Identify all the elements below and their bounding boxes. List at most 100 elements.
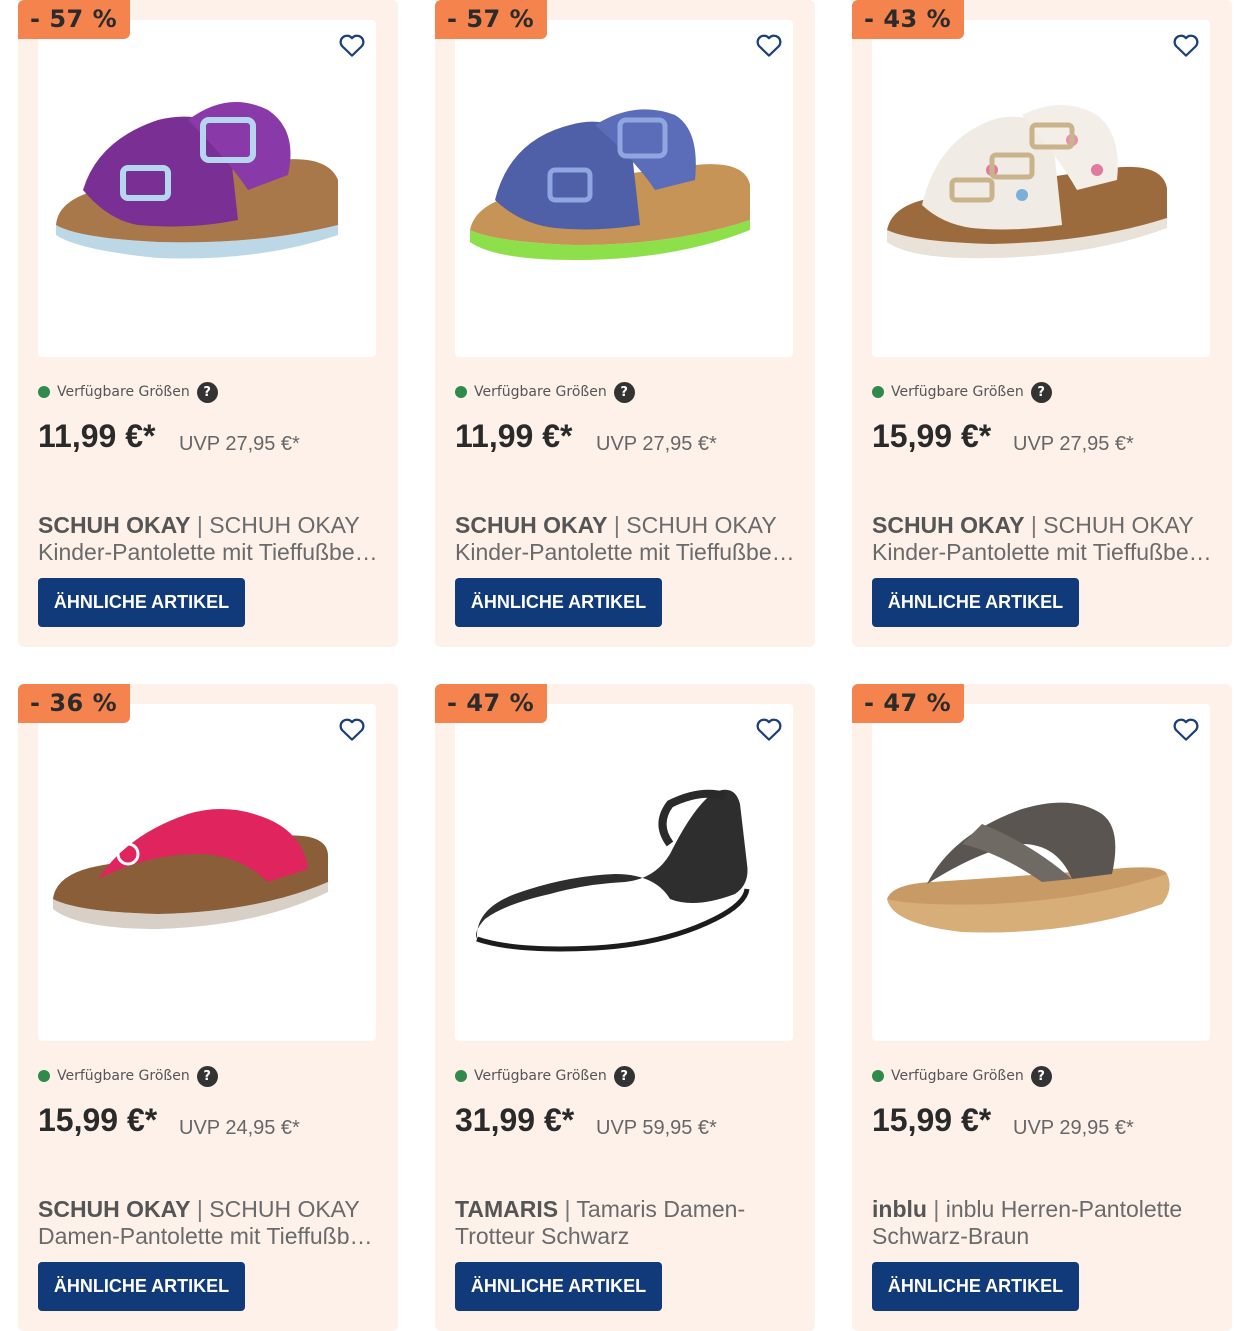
- available-dot-icon: [872, 386, 884, 398]
- discount-badge: - 57 %: [18, 0, 131, 39]
- brand: SCHUH OKAY: [872, 512, 1025, 538]
- product-card[interactable]: - 57 % Verfügbare Größen ? 11,99 €* UVP …: [435, 0, 815, 647]
- separator: |: [613, 512, 620, 538]
- price: 11,99 €*: [38, 418, 156, 454]
- product-image[interactable]: [872, 704, 1210, 1041]
- availability-row: Verfügbare Größen ?: [872, 381, 1052, 403]
- available-dot-icon: [38, 386, 50, 398]
- black-flat-image: [476, 789, 750, 952]
- help-icon[interactable]: ?: [1030, 381, 1052, 403]
- price: 31,99 €*: [455, 1102, 575, 1138]
- uvp-price: UVP 29,95 €*: [1013, 1117, 1134, 1139]
- name-line-2: Kinder-Pantolette mit Tieffußbett…: [38, 539, 383, 565]
- product-image[interactable]: [872, 20, 1210, 357]
- help-icon[interactable]: ?: [1030, 1065, 1052, 1087]
- brand: SCHUH OKAY: [38, 1196, 191, 1222]
- brand: SCHUH OKAY: [38, 512, 191, 538]
- help-icon[interactable]: ?: [613, 1065, 635, 1087]
- separator: |: [933, 1196, 940, 1222]
- blue-sandal-image: [470, 109, 750, 260]
- availability-row: Verfügbare Größen ?: [38, 381, 218, 403]
- product-card[interactable]: - 36 % Verfügbare Größen ? 15,99 €* UVP …: [18, 684, 398, 1331]
- name-line-2: Schwarz-Braun: [872, 1223, 1030, 1249]
- uvp-price: UVP 59,95 €*: [596, 1117, 717, 1139]
- availability-row: Verfügbare Größen ?: [455, 381, 635, 403]
- help-icon[interactable]: ?: [196, 381, 218, 403]
- available-sizes-label: Verfügbare Größen: [891, 384, 1024, 400]
- name-line-2: Trotteur Schwarz: [455, 1223, 630, 1249]
- availability-row: Verfügbare Größen ?: [38, 1065, 218, 1087]
- heart-icon[interactable]: [337, 714, 367, 744]
- uvp-price: UVP 27,95 €*: [1013, 433, 1134, 455]
- price: 11,99 €*: [455, 418, 573, 454]
- similar-items-button[interactable]: ÄHNLICHE ARTIKEL: [38, 1262, 245, 1311]
- uvp-price: UVP 27,95 €*: [596, 433, 717, 455]
- available-sizes-label: Verfügbare Größen: [57, 1068, 190, 1084]
- available-dot-icon: [38, 1070, 50, 1082]
- product-card[interactable]: - 43 % Verfügbare Größen ? 15,99 €* UVP …: [852, 0, 1232, 647]
- product-title[interactable]: SCHUH OKAY | SCHUH OKAY Damen-Pantolette…: [38, 1196, 383, 1250]
- name-line-2: Damen-Pantolette mit Tieffußbett…: [38, 1223, 383, 1249]
- price: 15,99 €*: [872, 1102, 992, 1138]
- product-title[interactable]: SCHUH OKAY | SCHUH OKAY Kinder-Pantolett…: [38, 512, 383, 566]
- heart-icon[interactable]: [337, 30, 367, 60]
- pink-sandal-image: [53, 809, 328, 929]
- product-image[interactable]: [455, 704, 793, 1041]
- heart-icon[interactable]: [754, 714, 784, 744]
- separator: |: [196, 1196, 203, 1222]
- discount-badge: - 47 %: [435, 684, 548, 723]
- product-title[interactable]: SCHUH OKAY | SCHUH OKAY Kinder-Pantolett…: [872, 512, 1217, 566]
- uvp-price: UVP 27,95 €*: [179, 433, 300, 455]
- name-line-1: SCHUH OKAY: [1043, 512, 1194, 538]
- available-dot-icon: [872, 1070, 884, 1082]
- heart-icon[interactable]: [754, 30, 784, 60]
- name-line-1: SCHUH OKAY: [209, 512, 360, 538]
- heart-icon[interactable]: [1171, 714, 1201, 744]
- uvp-price: UVP 24,95 €*: [179, 1117, 300, 1139]
- product-title[interactable]: SCHUH OKAY | SCHUH OKAY Kinder-Pantolett…: [455, 512, 800, 566]
- heart-icon[interactable]: [1171, 30, 1201, 60]
- available-sizes-label: Verfügbare Größen: [891, 1068, 1024, 1084]
- availability-row: Verfügbare Größen ?: [455, 1065, 635, 1087]
- help-icon[interactable]: ?: [196, 1065, 218, 1087]
- similar-items-button[interactable]: ÄHNLICHE ARTIKEL: [872, 1262, 1079, 1311]
- discount-badge: - 36 %: [18, 684, 131, 723]
- similar-items-button[interactable]: ÄHNLICHE ARTIKEL: [455, 578, 662, 627]
- price: 15,99 €*: [872, 418, 992, 454]
- name-line-2: Kinder-Pantolette mit Tieffußbett…: [455, 539, 800, 565]
- product-card[interactable]: - 57 % Verfügbare Größen ? 11,99 €* UVP …: [18, 0, 398, 647]
- name-line-1: Tamaris Damen-: [576, 1196, 746, 1222]
- available-sizes-label: Verfügbare Größen: [474, 1068, 607, 1084]
- product-image[interactable]: [38, 20, 376, 357]
- name-line-1: SCHUH OKAY: [209, 1196, 360, 1222]
- brand: inblu: [872, 1196, 927, 1222]
- purple-sandal-image: [56, 102, 338, 259]
- available-sizes-label: Verfügbare Größen: [474, 384, 607, 400]
- white-sandal-image: [887, 105, 1167, 259]
- price: 15,99 €*: [38, 1102, 158, 1138]
- available-dot-icon: [455, 386, 467, 398]
- product-title[interactable]: inblu | inblu Herren-Pantolette Schwarz-…: [872, 1196, 1217, 1250]
- separator: |: [196, 512, 203, 538]
- brand: SCHUH OKAY: [455, 512, 608, 538]
- product-card[interactable]: - 47 % Verfügbare Größen ? 15,99 €* UVP …: [852, 684, 1232, 1331]
- product-image[interactable]: [455, 20, 793, 357]
- name-line-1: SCHUH OKAY: [626, 512, 777, 538]
- discount-badge: - 43 %: [852, 0, 965, 39]
- similar-items-button[interactable]: ÄHNLICHE ARTIKEL: [455, 1262, 662, 1311]
- brown-slide-image: [887, 802, 1170, 933]
- discount-badge: - 47 %: [852, 684, 965, 723]
- availability-row: Verfügbare Größen ?: [872, 1065, 1052, 1087]
- separator: |: [1030, 512, 1037, 538]
- similar-items-button[interactable]: ÄHNLICHE ARTIKEL: [38, 578, 245, 627]
- brand: TAMARIS: [455, 1196, 559, 1222]
- product-card[interactable]: - 47 % Verfügbare Größen ? 31,99 €* UVP …: [435, 684, 815, 1331]
- name-line-1: inblu Herren-Pantolette: [945, 1196, 1183, 1222]
- separator: |: [564, 1196, 571, 1222]
- available-dot-icon: [455, 1070, 467, 1082]
- product-image[interactable]: [38, 704, 376, 1041]
- help-icon[interactable]: ?: [613, 381, 635, 403]
- name-line-2: Kinder-Pantolette mit Tieffußbett…: [872, 539, 1217, 565]
- product-title[interactable]: TAMARIS | Tamaris Damen- Trotteur Schwar…: [455, 1196, 800, 1250]
- similar-items-button[interactable]: ÄHNLICHE ARTIKEL: [872, 578, 1079, 627]
